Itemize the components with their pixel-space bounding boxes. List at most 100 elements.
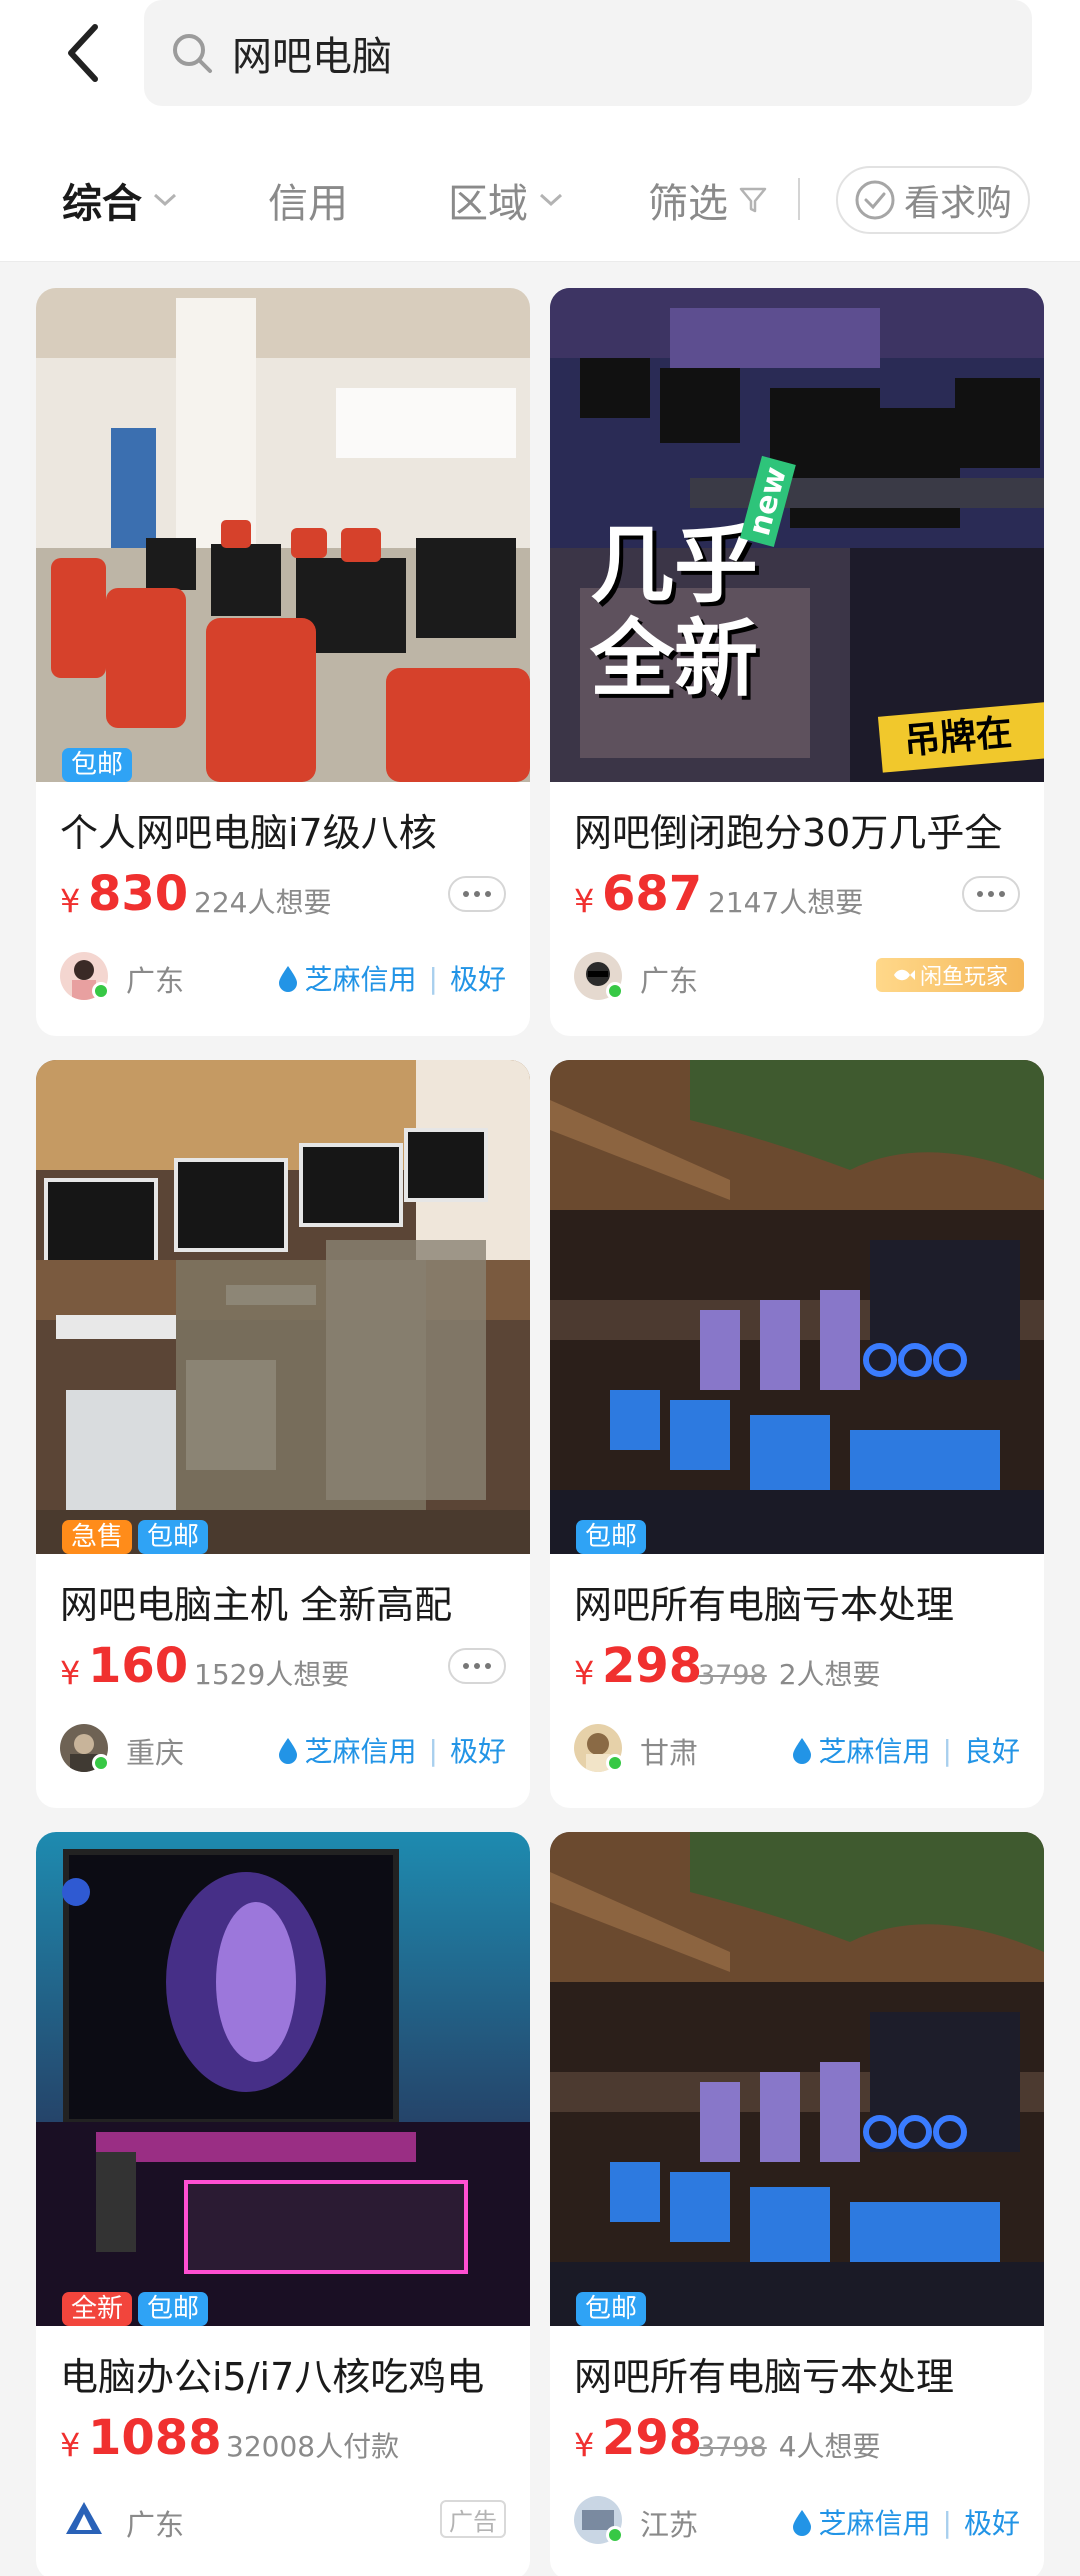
credit-level: 极好 — [449, 963, 506, 996]
product-card[interactable]: 包邮 网吧所有电脑亏本处理 ¥ 298 3798 4人想要 江苏 芝麻信用 | 极… — [550, 1832, 1044, 2576]
more-options-button[interactable] — [962, 876, 1020, 912]
filter-label: 综合 — [62, 181, 142, 227]
chevron-down-icon — [152, 192, 178, 208]
original-price: 3798 — [698, 2432, 767, 2463]
product-title: 网吧倒闭跑分30万几乎全 — [574, 811, 1003, 855]
tag-brand-new: 全新 — [62, 2292, 133, 2326]
filter-credit[interactable]: 信用 — [268, 160, 348, 240]
product-card[interactable]: 几乎 全新 new 吊牌在 网吧倒闭跑分30万几乎全 ¥ 687 2147人想要… — [550, 288, 1044, 1036]
credit-label: 芝麻信用 — [304, 963, 417, 996]
more-options-button[interactable] — [448, 1648, 506, 1684]
filter-region[interactable]: 区域 — [448, 160, 564, 240]
product-image — [550, 1832, 1044, 2326]
tag-free-shipping: 包邮 — [576, 1520, 647, 1554]
search-icon — [166, 27, 218, 79]
online-status-dot — [606, 982, 624, 1000]
payment-count: 32008人付款 — [226, 2430, 400, 2463]
online-status-dot — [606, 1754, 624, 1772]
search-bar[interactable] — [144, 0, 1032, 106]
more-options-button[interactable] — [448, 876, 506, 912]
price-row: ¥ 160 1529人想要 — [60, 1638, 510, 1698]
funnel-icon — [738, 185, 768, 215]
price: 830 — [88, 866, 189, 922]
filter-sort-comprehensive[interactable]: 综合 — [62, 160, 178, 240]
flame-drop-icon — [792, 1738, 811, 1764]
filter-screen[interactable]: 筛选 — [648, 160, 768, 240]
xianyu-player-badge: 闲鱼玩家 — [876, 958, 1024, 992]
tag-free-shipping: 包邮 — [138, 2292, 209, 2326]
tag-group: 包邮 — [576, 2292, 647, 2326]
seller-location: 江苏 — [640, 2508, 699, 2542]
credit-level: 极好 — [963, 2507, 1020, 2540]
image-caption-line1: 几乎 — [590, 516, 759, 614]
flame-drop-icon — [278, 966, 297, 992]
want-to-buy-label: 看求购 — [903, 183, 1012, 224]
tag-group: 包邮 — [62, 748, 133, 782]
ad-label: 广告 — [440, 2500, 506, 2538]
want-count: 1529人想要 — [194, 1658, 350, 1691]
product-title: 个人网吧电脑i7级八核 — [60, 811, 437, 855]
credit-label: 芝麻信用 — [304, 1735, 417, 1768]
want-count: 4人想要 — [778, 2430, 881, 2463]
currency-symbol: ¥ — [60, 1654, 81, 1692]
seller-location: 重庆 — [126, 1736, 185, 1770]
online-status-dot — [92, 982, 110, 1000]
badge-label: 闲鱼玩家 — [919, 965, 1008, 990]
original-price: 3798 — [698, 1660, 767, 1691]
credit-level: 极好 — [449, 1735, 506, 1768]
filter-bar: 综合 信用 区域 筛选 看求购 — [0, 160, 1080, 240]
product-title: 电脑办公i5/i7八核吃鸡电 — [60, 2355, 485, 2399]
credit-separator: | — [942, 2505, 952, 2539]
tag-free-shipping: 包邮 — [576, 2292, 647, 2326]
product-title: 网吧所有电脑亏本处理 — [574, 1583, 955, 1627]
price-meta-group: 3798 4人想要 — [698, 2425, 881, 2465]
back-button[interactable] — [48, 18, 118, 88]
tag-urgent-sale: 急售 — [62, 1520, 133, 1554]
seller-location: 广东 — [640, 964, 699, 998]
online-status-dot — [606, 2526, 624, 2544]
back-arrow-icon — [68, 24, 98, 82]
tag-free-shipping: 包邮 — [138, 1520, 209, 1554]
credit-badge: 芝麻信用 | 极好 — [277, 1730, 506, 1770]
search-input[interactable] — [232, 30, 992, 76]
divider — [798, 178, 800, 220]
product-card[interactable]: 包邮 个人网吧电脑i7级八核 ¥ 830 224人想要 广东 芝麻信用 | 极好 — [36, 288, 530, 1036]
credit-label: 芝麻信用 — [818, 1735, 931, 1768]
fish-icon — [893, 969, 915, 981]
product-card[interactable]: 急售 包邮 网吧电脑主机 全新高配 ¥ 160 1529人想要 重庆 芝麻信用 … — [36, 1060, 530, 1808]
product-image — [36, 1060, 530, 1554]
credit-level: 良好 — [963, 1735, 1020, 1768]
chevron-down-icon — [538, 192, 564, 208]
seller-location: 广东 — [126, 964, 185, 998]
flame-drop-icon — [278, 1738, 297, 1764]
tag-group: 包邮 — [576, 1520, 647, 1554]
want-to-buy-button[interactable]: 看求购 — [836, 166, 1030, 234]
product-image: 几乎 全新 new 吊牌在 — [550, 288, 1044, 782]
product-card[interactable]: 包邮 网吧所有电脑亏本处理 ¥ 298 3798 2人想要 甘肃 芝麻信用 | 良… — [550, 1060, 1044, 1808]
image-caption-big: 几乎 全新 — [590, 518, 758, 706]
online-status-dot — [92, 1754, 110, 1772]
want-count: 2147人想要 — [708, 886, 864, 919]
price: 298 — [602, 1638, 703, 1694]
product-image — [550, 1060, 1044, 1554]
product-card[interactable]: 全新 包邮 电脑办公i5/i7八核吃鸡电 ¥ 1088 32008人付款 广东 … — [36, 1832, 530, 2576]
price: 687 — [602, 866, 703, 922]
credit-separator: | — [428, 1733, 438, 1767]
price-row: ¥ 298 3798 4人想要 — [574, 2410, 1024, 2470]
flame-drop-icon — [792, 2510, 811, 2536]
credit-badge: 芝麻信用 | 极好 — [277, 958, 506, 998]
credit-label: 芝麻信用 — [818, 2507, 931, 2540]
tag-group: 急售 包邮 — [62, 1520, 209, 1554]
credit-badge: 芝麻信用 | 良好 — [791, 1730, 1020, 1770]
product-image — [36, 1832, 530, 2326]
check-circle-icon — [855, 180, 895, 220]
tag-free-shipping: 包邮 — [62, 748, 133, 782]
filter-label: 信用 — [268, 181, 348, 227]
product-image — [36, 288, 530, 782]
shop-logo[interactable] — [60, 2496, 108, 2544]
price-row: ¥ 830 224人想要 — [60, 866, 510, 926]
price-row: ¥ 1088 32008人付款 — [60, 2410, 510, 2470]
price: 1088 — [88, 2410, 222, 2466]
price: 160 — [88, 1638, 189, 1694]
image-caption-line2: 全新 — [590, 610, 759, 708]
